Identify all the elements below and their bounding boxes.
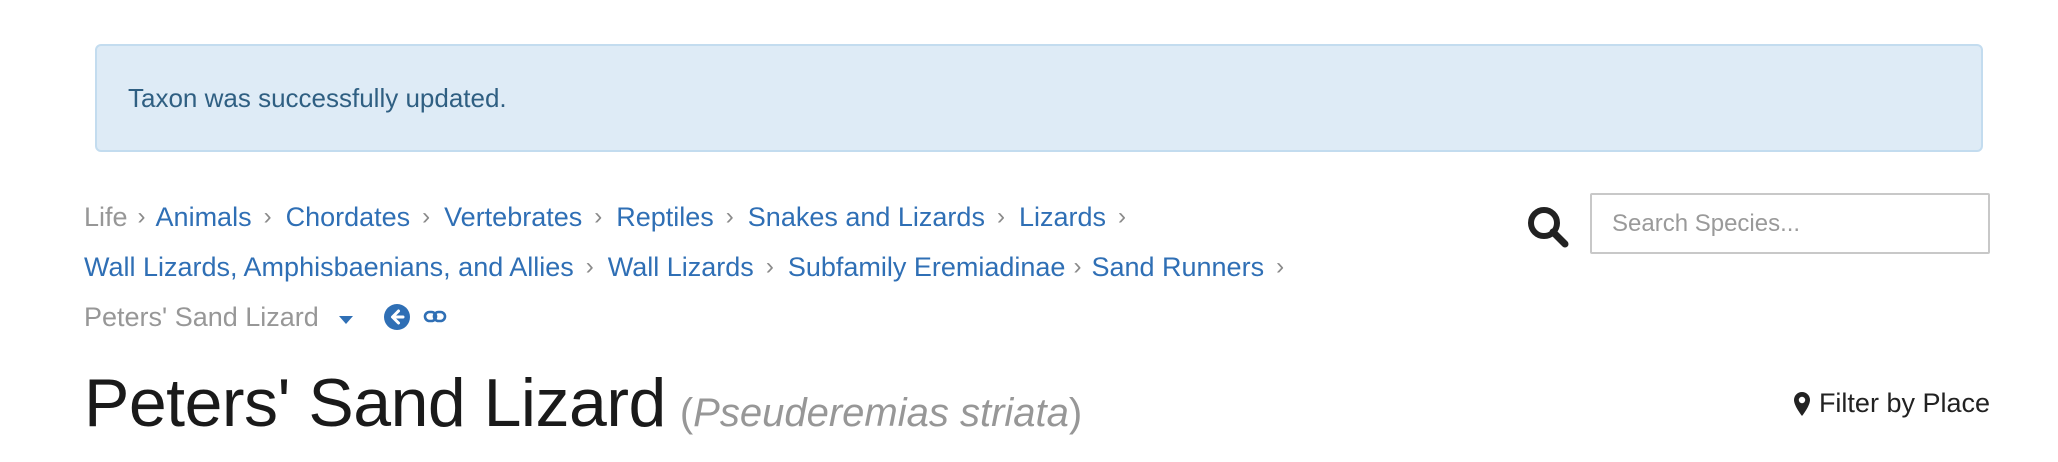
circle-arrow-left-icon[interactable] xyxy=(383,303,411,331)
breadcrumb-item-lizards[interactable]: Lizards xyxy=(1019,192,1106,242)
breadcrumb-separator: › xyxy=(765,253,774,280)
breadcrumb-separator: › xyxy=(585,253,594,280)
breadcrumb-root-life: Life xyxy=(84,202,128,232)
scientific-name-wrapper: (Pseuderemias striata) xyxy=(680,391,1082,435)
filter-by-place-button[interactable]: Filter by Place xyxy=(1793,388,1990,419)
map-pin-icon xyxy=(1793,391,1811,417)
breadcrumb-separator: › xyxy=(422,203,431,230)
breadcrumb-item-vertebrates[interactable]: Vertebrates xyxy=(444,192,582,242)
breadcrumb-item-wall-lizards[interactable]: Wall Lizards xyxy=(608,242,754,292)
breadcrumb-item-subfamily-eremiadinae[interactable]: Subfamily Eremiadinae xyxy=(788,242,1066,292)
breadcrumb-row-2: Wall Lizards, Amphisbaenians, and Allies… xyxy=(84,242,1484,292)
breadcrumb-item-reptiles[interactable]: Reptiles xyxy=(616,192,714,242)
breadcrumb-separator: › xyxy=(137,203,146,230)
scientific-name: Pseuderemias striata xyxy=(693,391,1069,435)
paren-open: ( xyxy=(679,391,694,435)
alert-message: Taxon was successfully updated. xyxy=(128,83,507,113)
breadcrumb-separator: › xyxy=(594,203,603,230)
breadcrumb-separator: › xyxy=(1073,253,1082,280)
breadcrumb-item-chordates[interactable]: Chordates xyxy=(286,192,411,242)
page-title: Peters' Sand Lizard (Pseuderemias striata… xyxy=(84,364,1082,442)
paren-close: ) xyxy=(1068,391,1083,435)
search-icon[interactable] xyxy=(1526,205,1570,249)
success-alert: Taxon was successfully updated. xyxy=(95,44,1983,152)
breadcrumb-item-animals[interactable]: Animals xyxy=(156,192,252,242)
breadcrumb-current: Peters' Sand Lizard xyxy=(84,302,319,332)
breadcrumb: Life › Animals › Chordates › Vertebrates… xyxy=(84,192,1484,342)
breadcrumb-separator: › xyxy=(725,203,734,230)
common-name: Peters' Sand Lizard xyxy=(84,365,666,441)
breadcrumb-item-snakes-and-lizards[interactable]: Snakes and Lizards xyxy=(748,192,985,242)
link-icon[interactable] xyxy=(423,307,447,327)
caret-down-icon[interactable] xyxy=(338,316,353,324)
breadcrumb-separator: › xyxy=(263,203,272,230)
breadcrumb-separator: › xyxy=(996,203,1005,230)
breadcrumb-row-1: Life › Animals › Chordates › Vertebrates… xyxy=(84,192,1484,242)
breadcrumb-item-wall-lizards-amphisbaenians-allies[interactable]: Wall Lizards, Amphisbaenians, and Allies xyxy=(84,242,574,292)
breadcrumb-separator: › xyxy=(1118,203,1126,230)
breadcrumb-item-sand-runners[interactable]: Sand Runners xyxy=(1091,242,1264,292)
breadcrumb-row-3: Peters' Sand Lizard xyxy=(84,292,1484,342)
filter-by-place-label: Filter by Place xyxy=(1818,388,1990,418)
breadcrumb-separator: › xyxy=(1276,253,1285,280)
search-species-input[interactable] xyxy=(1590,193,1990,254)
